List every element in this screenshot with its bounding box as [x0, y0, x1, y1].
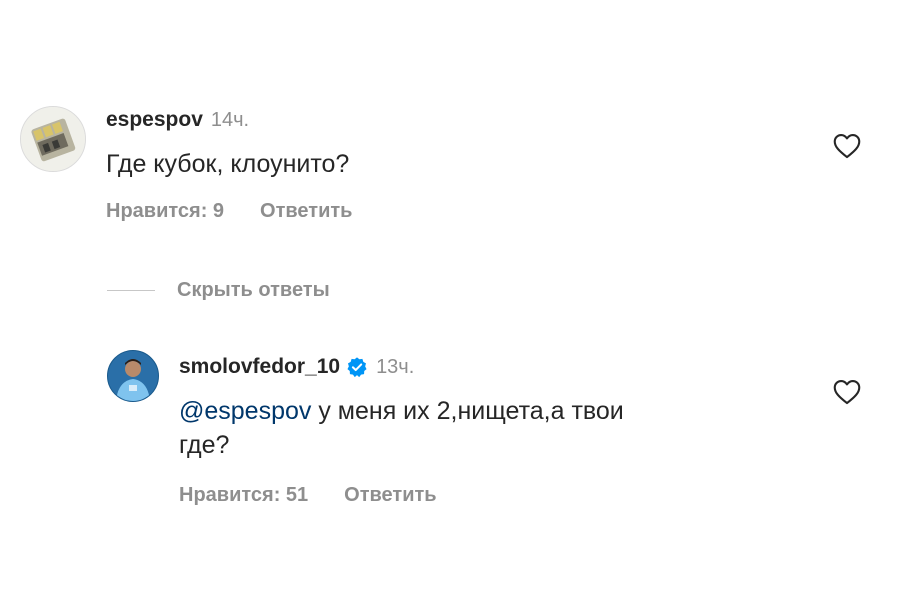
likes-count-button[interactable]: Нравится: 51: [179, 484, 308, 507]
username-link[interactable]: espespov: [106, 108, 203, 132]
username-link[interactable]: smolovfedor_10: [179, 355, 340, 379]
divider-line: [107, 290, 155, 291]
likes-count-button[interactable]: Нравится: 9: [106, 200, 224, 223]
comment-actions: Нравится: 51 Ответить: [179, 484, 437, 507]
reply-button[interactable]: Ответить: [260, 200, 352, 223]
timestamp[interactable]: 14ч.: [211, 109, 249, 132]
comment-text: Где кубок, клоунито?: [106, 147, 349, 181]
verified-badge-icon: [347, 357, 367, 378]
heart-outline-icon[interactable]: [833, 133, 861, 159]
comment-line-1: @espespov у меня их 2,нищета,а твои: [179, 394, 624, 428]
hide-replies-button[interactable]: Скрыть ответы: [107, 279, 330, 302]
comment-text: @espespov у меня их 2,нищета,а твои где?: [179, 394, 624, 462]
avatar-espespov[interactable]: [20, 106, 86, 172]
reply-button[interactable]: Ответить: [344, 484, 436, 507]
heart-outline-icon[interactable]: [833, 379, 861, 405]
avatar-smolovfedor[interactable]: [107, 350, 159, 402]
comment-header: smolovfedor_10 13ч.: [179, 355, 414, 379]
comment-actions: Нравится: 9 Ответить: [106, 200, 352, 223]
comment-header: espespov 14ч.: [106, 108, 249, 132]
hide-replies-label: Скрыть ответы: [177, 279, 330, 301]
avatar-image: [21, 107, 85, 171]
mention-link[interactable]: @espespov: [179, 397, 311, 425]
comment-line-2: где?: [179, 431, 230, 459]
comment-body: Где кубок, клоунито?: [106, 150, 350, 178]
avatar-image: [108, 351, 158, 401]
timestamp[interactable]: 13ч.: [376, 356, 414, 379]
comment-body: у меня их 2,нищета,а твои: [311, 397, 624, 425]
